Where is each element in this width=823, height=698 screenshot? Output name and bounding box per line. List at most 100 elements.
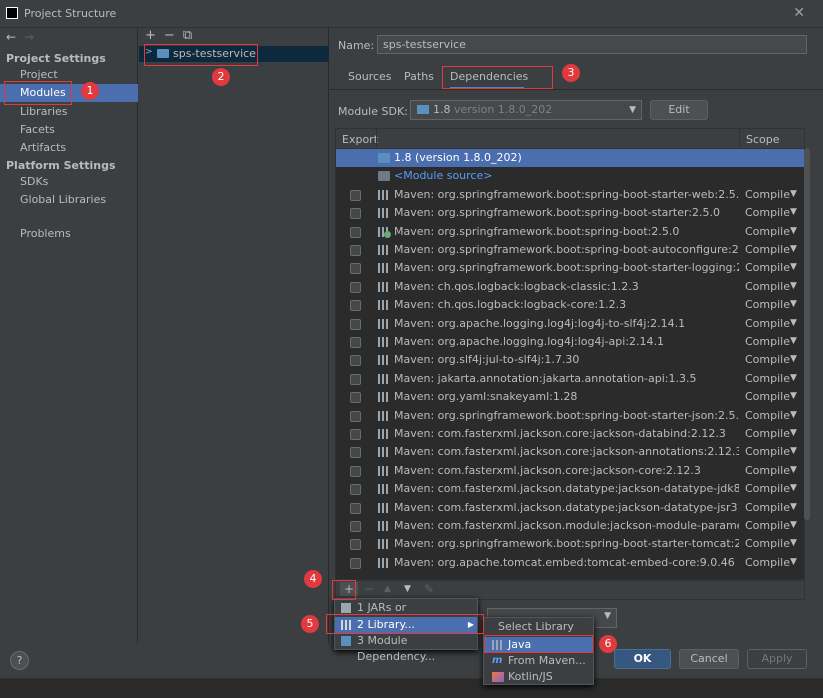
table-row[interactable]: 1.8 (version 1.8.0_202) [336,149,804,167]
chevron-down-icon[interactable]: ▼ [790,410,797,420]
export-checkbox[interactable] [350,300,361,312]
export-checkbox[interactable] [350,429,361,440]
chevron-down-icon[interactable]: ▼ [790,446,797,456]
chevron-down-icon[interactable]: ▼ [790,262,797,272]
nav-item-facets[interactable]: Facets [0,121,138,139]
table-row[interactable]: Maven: org.apache.logging.log4j:log4j-to… [336,315,804,333]
table-row[interactable]: Maven: org.yaml:snakeyaml:1.28 Compile ▼ [336,388,804,406]
scope-value[interactable]: Compile [745,372,790,385]
table-row[interactable]: Maven: com.fasterxml.jackson.core:jackso… [336,443,804,461]
chevron-down-icon[interactable]: ▼ [790,557,797,567]
scope-value[interactable]: Compile [745,335,790,348]
scope-value[interactable]: Compile [745,353,790,366]
export-checkbox[interactable] [350,410,361,422]
chevron-down-icon[interactable]: ▼ [790,299,797,309]
export-checkbox[interactable] [350,392,361,404]
export-checkbox[interactable] [350,208,361,220]
table-row[interactable]: Maven: com.fasterxml.jackson.datatype:ja… [336,480,804,498]
export-checkbox[interactable] [350,263,361,275]
chevron-down-icon[interactable]: ▼ [790,189,797,199]
scope-value[interactable]: Compile [745,482,790,495]
chevron-down-icon[interactable]: ▼ [790,373,797,383]
chevron-down-icon[interactable]: ▼ [790,226,797,236]
remove-dependency-button[interactable]: − [364,582,374,596]
add-module-icon[interactable]: + [145,28,156,43]
ok-button[interactable]: OK [614,649,671,669]
chevron-down-icon[interactable]: ▼ [790,465,797,475]
chevron-down-icon[interactable]: ▼ [790,281,797,291]
tab-sources[interactable]: Sources [348,68,392,90]
nav-item-libraries[interactable]: Libraries [0,103,138,121]
move-up-button[interactable]: ▲ [384,584,391,594]
table-row[interactable]: Maven: org.springframework.boot:spring-b… [336,535,804,553]
column-export[interactable]: Export [342,133,378,146]
scope-value[interactable]: Compile [745,390,790,403]
export-checkbox[interactable] [350,355,361,367]
export-checkbox[interactable] [350,189,361,201]
table-row[interactable]: Maven: com.fasterxml.jackson.core:jackso… [336,425,804,443]
scope-value[interactable]: Compile [745,556,790,569]
name-input[interactable]: sps-testservice [377,35,807,54]
export-checkbox[interactable] [350,373,361,385]
table-row[interactable]: Maven: org.springframework.boot:spring-b… [336,407,804,425]
export-checkbox[interactable] [350,539,361,551]
table-row[interactable]: Maven: com.fasterxml.jackson.core:jackso… [336,462,804,480]
table-row[interactable]: Maven: jakarta.annotation:jakarta.annota… [336,370,804,388]
menu-item-module-dependency[interactable]: 3 Module Dependency... [335,633,477,663]
export-checkbox[interactable] [350,245,361,256]
export-checkbox[interactable] [350,557,361,569]
export-checkbox[interactable] [350,521,361,532]
scope-value[interactable]: Compile [745,537,790,550]
module-sdk-select[interactable]: 1.8 version 1.8.0_202 ▼ [410,100,642,120]
scope-value[interactable]: Compile [745,519,790,532]
help-button[interactable]: ? [10,651,29,670]
edit-sdk-button[interactable]: Edit [650,100,708,120]
chevron-down-icon[interactable]: ▼ [790,502,797,512]
table-row[interactable]: Maven: org.springframework.boot:spring-b… [336,204,804,222]
table-row[interactable]: Maven: com.fasterxml.jackson.datatype:ja… [336,499,804,517]
close-icon[interactable]: ✕ [793,5,805,21]
chevron-down-icon[interactable]: ▼ [790,207,797,217]
nav-item-sdks[interactable]: SDKs [0,173,138,191]
scope-value[interactable]: Compile [745,298,790,311]
chevron-down-icon[interactable]: ▼ [790,520,797,530]
export-checkbox[interactable] [350,484,361,496]
scope-value[interactable]: Compile [745,225,790,238]
table-row[interactable]: Maven: com.fasterxml.jackson.module:jack… [336,517,804,535]
table-row[interactable]: Maven: ch.qos.logback:logback-classic:1.… [336,278,804,296]
scope-value[interactable]: Compile [745,188,790,201]
table-row[interactable]: Maven: org.springframework.boot:spring-b… [336,223,804,241]
forward-arrow-icon[interactable]: → [24,30,34,44]
edit-dependency-button[interactable]: ✎ [424,582,434,596]
table-row[interactable]: <Module source> [336,167,804,185]
scope-value[interactable]: Compile [745,317,790,330]
table-row[interactable]: Maven: org.springframework.boot:spring-b… [336,259,804,277]
chevron-down-icon[interactable]: ▼ [790,354,797,364]
scope-value[interactable]: Compile [745,280,790,293]
export-checkbox[interactable] [350,465,361,477]
table-scrollbar[interactable] [804,148,810,520]
chevron-down-icon[interactable]: ▼ [790,244,797,254]
chevron-down-icon[interactable]: ▼ [790,538,797,548]
table-row[interactable]: Maven: org.apache.logging.log4j:log4j-ap… [336,333,804,351]
remove-module-icon[interactable]: − [164,28,175,43]
library-type-kotlin-js[interactable]: Kotlin/JS [484,669,593,685]
copy-module-icon[interactable]: ⧉ [183,28,192,43]
export-checkbox[interactable] [350,447,361,459]
scope-value[interactable]: Compile [745,445,790,458]
export-checkbox[interactable] [350,337,361,348]
chevron-down-icon[interactable]: ▼ [790,336,797,346]
chevron-down-icon[interactable]: ▼ [790,428,797,438]
export-checkbox[interactable] [350,281,361,293]
scope-value[interactable]: Compile [745,206,790,219]
scope-value[interactable]: Compile [745,501,790,514]
move-down-button[interactable]: ▼ [404,584,411,594]
scope-value[interactable]: Compile [745,243,790,256]
chevron-down-icon[interactable]: ▼ [790,483,797,493]
back-arrow-icon[interactable]: ← [6,30,16,44]
chevron-down-icon[interactable]: ▼ [790,391,797,401]
scope-value[interactable]: Compile [745,409,790,422]
table-row[interactable]: Maven: org.apache.tomcat.embed:tomcat-em… [336,554,804,572]
nav-item-problems[interactable]: Problems [0,225,138,243]
cancel-button[interactable]: Cancel [679,649,739,669]
